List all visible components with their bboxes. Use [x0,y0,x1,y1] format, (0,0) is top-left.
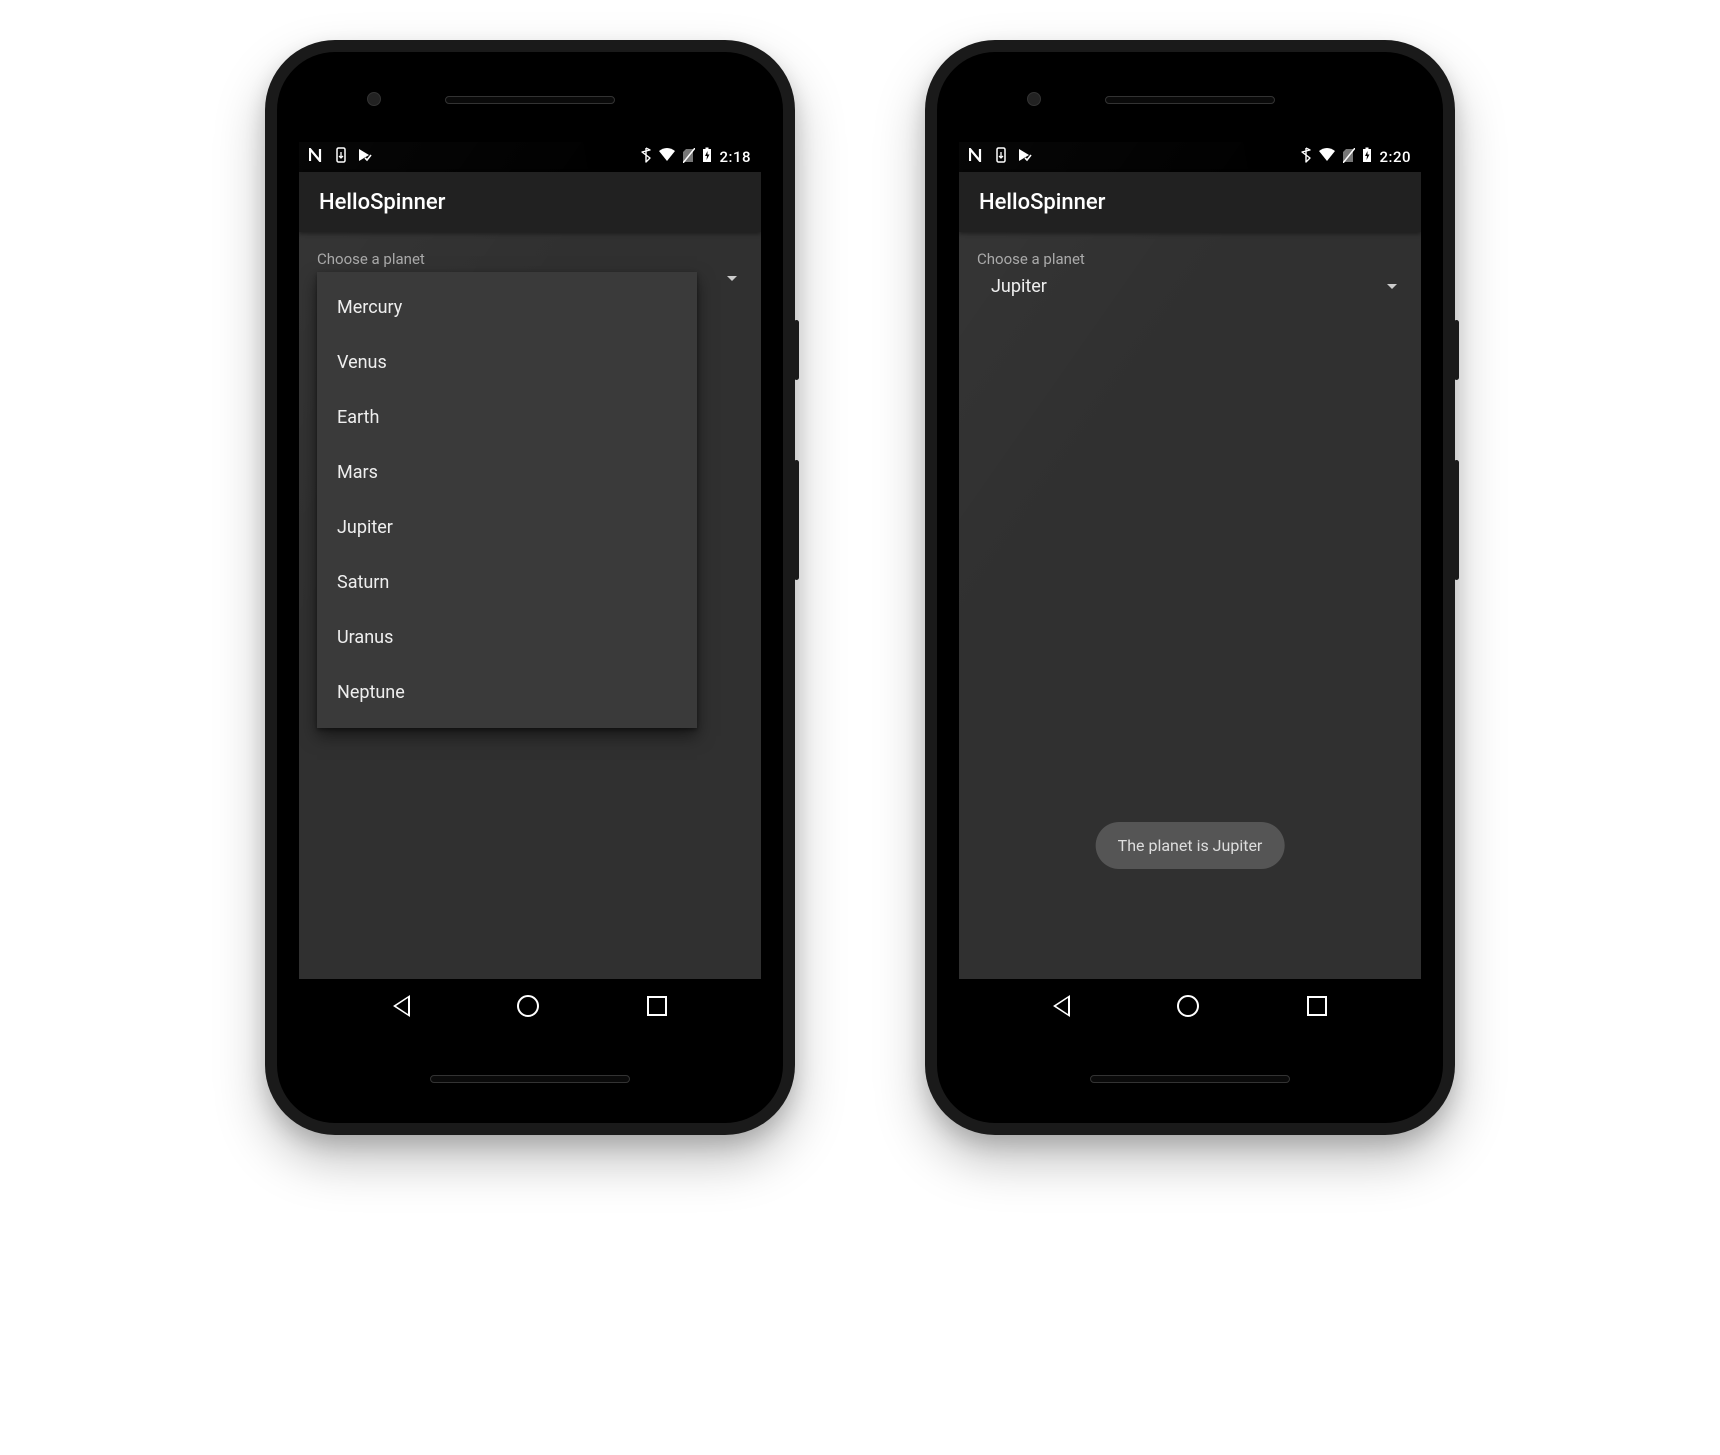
back-button[interactable] [393,995,410,1017]
content-area: Choose a planet Jupiter The planet is Ju… [959,232,1421,979]
bottom-speaker [430,1075,630,1083]
wifi-icon [658,148,676,166]
dropdown-arrow-icon [1387,284,1397,289]
phone-left: 2:18 HelloSpinner Choose a planet Mercur… [265,40,795,1135]
dropdown-arrow-icon [727,276,737,281]
dropdown-item-earth[interactable]: Earth [317,390,697,445]
bottom-speaker [1090,1075,1290,1083]
spinner-selected-value: Jupiter [991,276,1047,297]
volume-button[interactable] [794,460,799,580]
wifi-icon [1318,148,1336,166]
front-camera [1027,92,1041,106]
spinner-label: Choose a planet [977,250,1403,268]
navigation-bar [299,979,761,1033]
debug-icon [995,147,1007,167]
no-sim-icon [683,148,695,167]
play-verified-icon [357,147,373,167]
battery-charging-icon [702,147,712,167]
app-title: HelloSpinner [979,190,1105,215]
toast-message: The planet is Jupiter [1096,822,1285,869]
home-button[interactable] [517,995,539,1017]
home-button[interactable] [1177,995,1199,1017]
content-area: Choose a planet Mercury Venus Earth Mars… [299,232,761,979]
status-bar: 2:18 [299,142,761,172]
phone-right: 2:20 HelloSpinner Choose a planet Jupite… [925,40,1455,1135]
recents-button[interactable] [1307,996,1327,1016]
dropdown-item-mercury[interactable]: Mercury [317,280,697,335]
n-preview-icon [969,148,985,166]
power-button[interactable] [794,320,799,380]
back-button[interactable] [1053,995,1070,1017]
no-sim-icon [1343,148,1355,167]
app-bar: HelloSpinner [299,172,761,232]
battery-charging-icon [1362,147,1372,167]
power-button[interactable] [1454,320,1459,380]
recents-button[interactable] [647,996,667,1016]
bluetooth-icon [641,147,651,167]
status-clock: 2:20 [1379,148,1411,166]
debug-icon [335,147,347,167]
app-title: HelloSpinner [319,190,445,215]
dropdown-item-mars[interactable]: Mars [317,445,697,500]
bluetooth-icon [1301,147,1311,167]
play-verified-icon [1017,147,1033,167]
dropdown-item-saturn[interactable]: Saturn [317,555,697,610]
planet-dropdown: Mercury Venus Earth Mars Jupiter Saturn … [317,272,697,728]
status-bar: 2:20 [959,142,1421,172]
dropdown-item-uranus[interactable]: Uranus [317,610,697,665]
dropdown-item-neptune[interactable]: Neptune [317,665,697,720]
earpiece-speaker [445,96,615,104]
dropdown-item-venus[interactable]: Venus [317,335,697,390]
screen: 2:18 HelloSpinner Choose a planet Mercur… [299,142,761,1033]
app-bar: HelloSpinner [959,172,1421,232]
dropdown-item-jupiter[interactable]: Jupiter [317,500,697,555]
planet-spinner[interactable]: Jupiter [977,272,1403,301]
status-clock: 2:18 [719,148,751,166]
front-camera [367,92,381,106]
navigation-bar [959,979,1421,1033]
spinner-label: Choose a planet [317,250,743,268]
volume-button[interactable] [1454,460,1459,580]
n-preview-icon [309,148,325,166]
earpiece-speaker [1105,96,1275,104]
screen: 2:20 HelloSpinner Choose a planet Jupite… [959,142,1421,1033]
